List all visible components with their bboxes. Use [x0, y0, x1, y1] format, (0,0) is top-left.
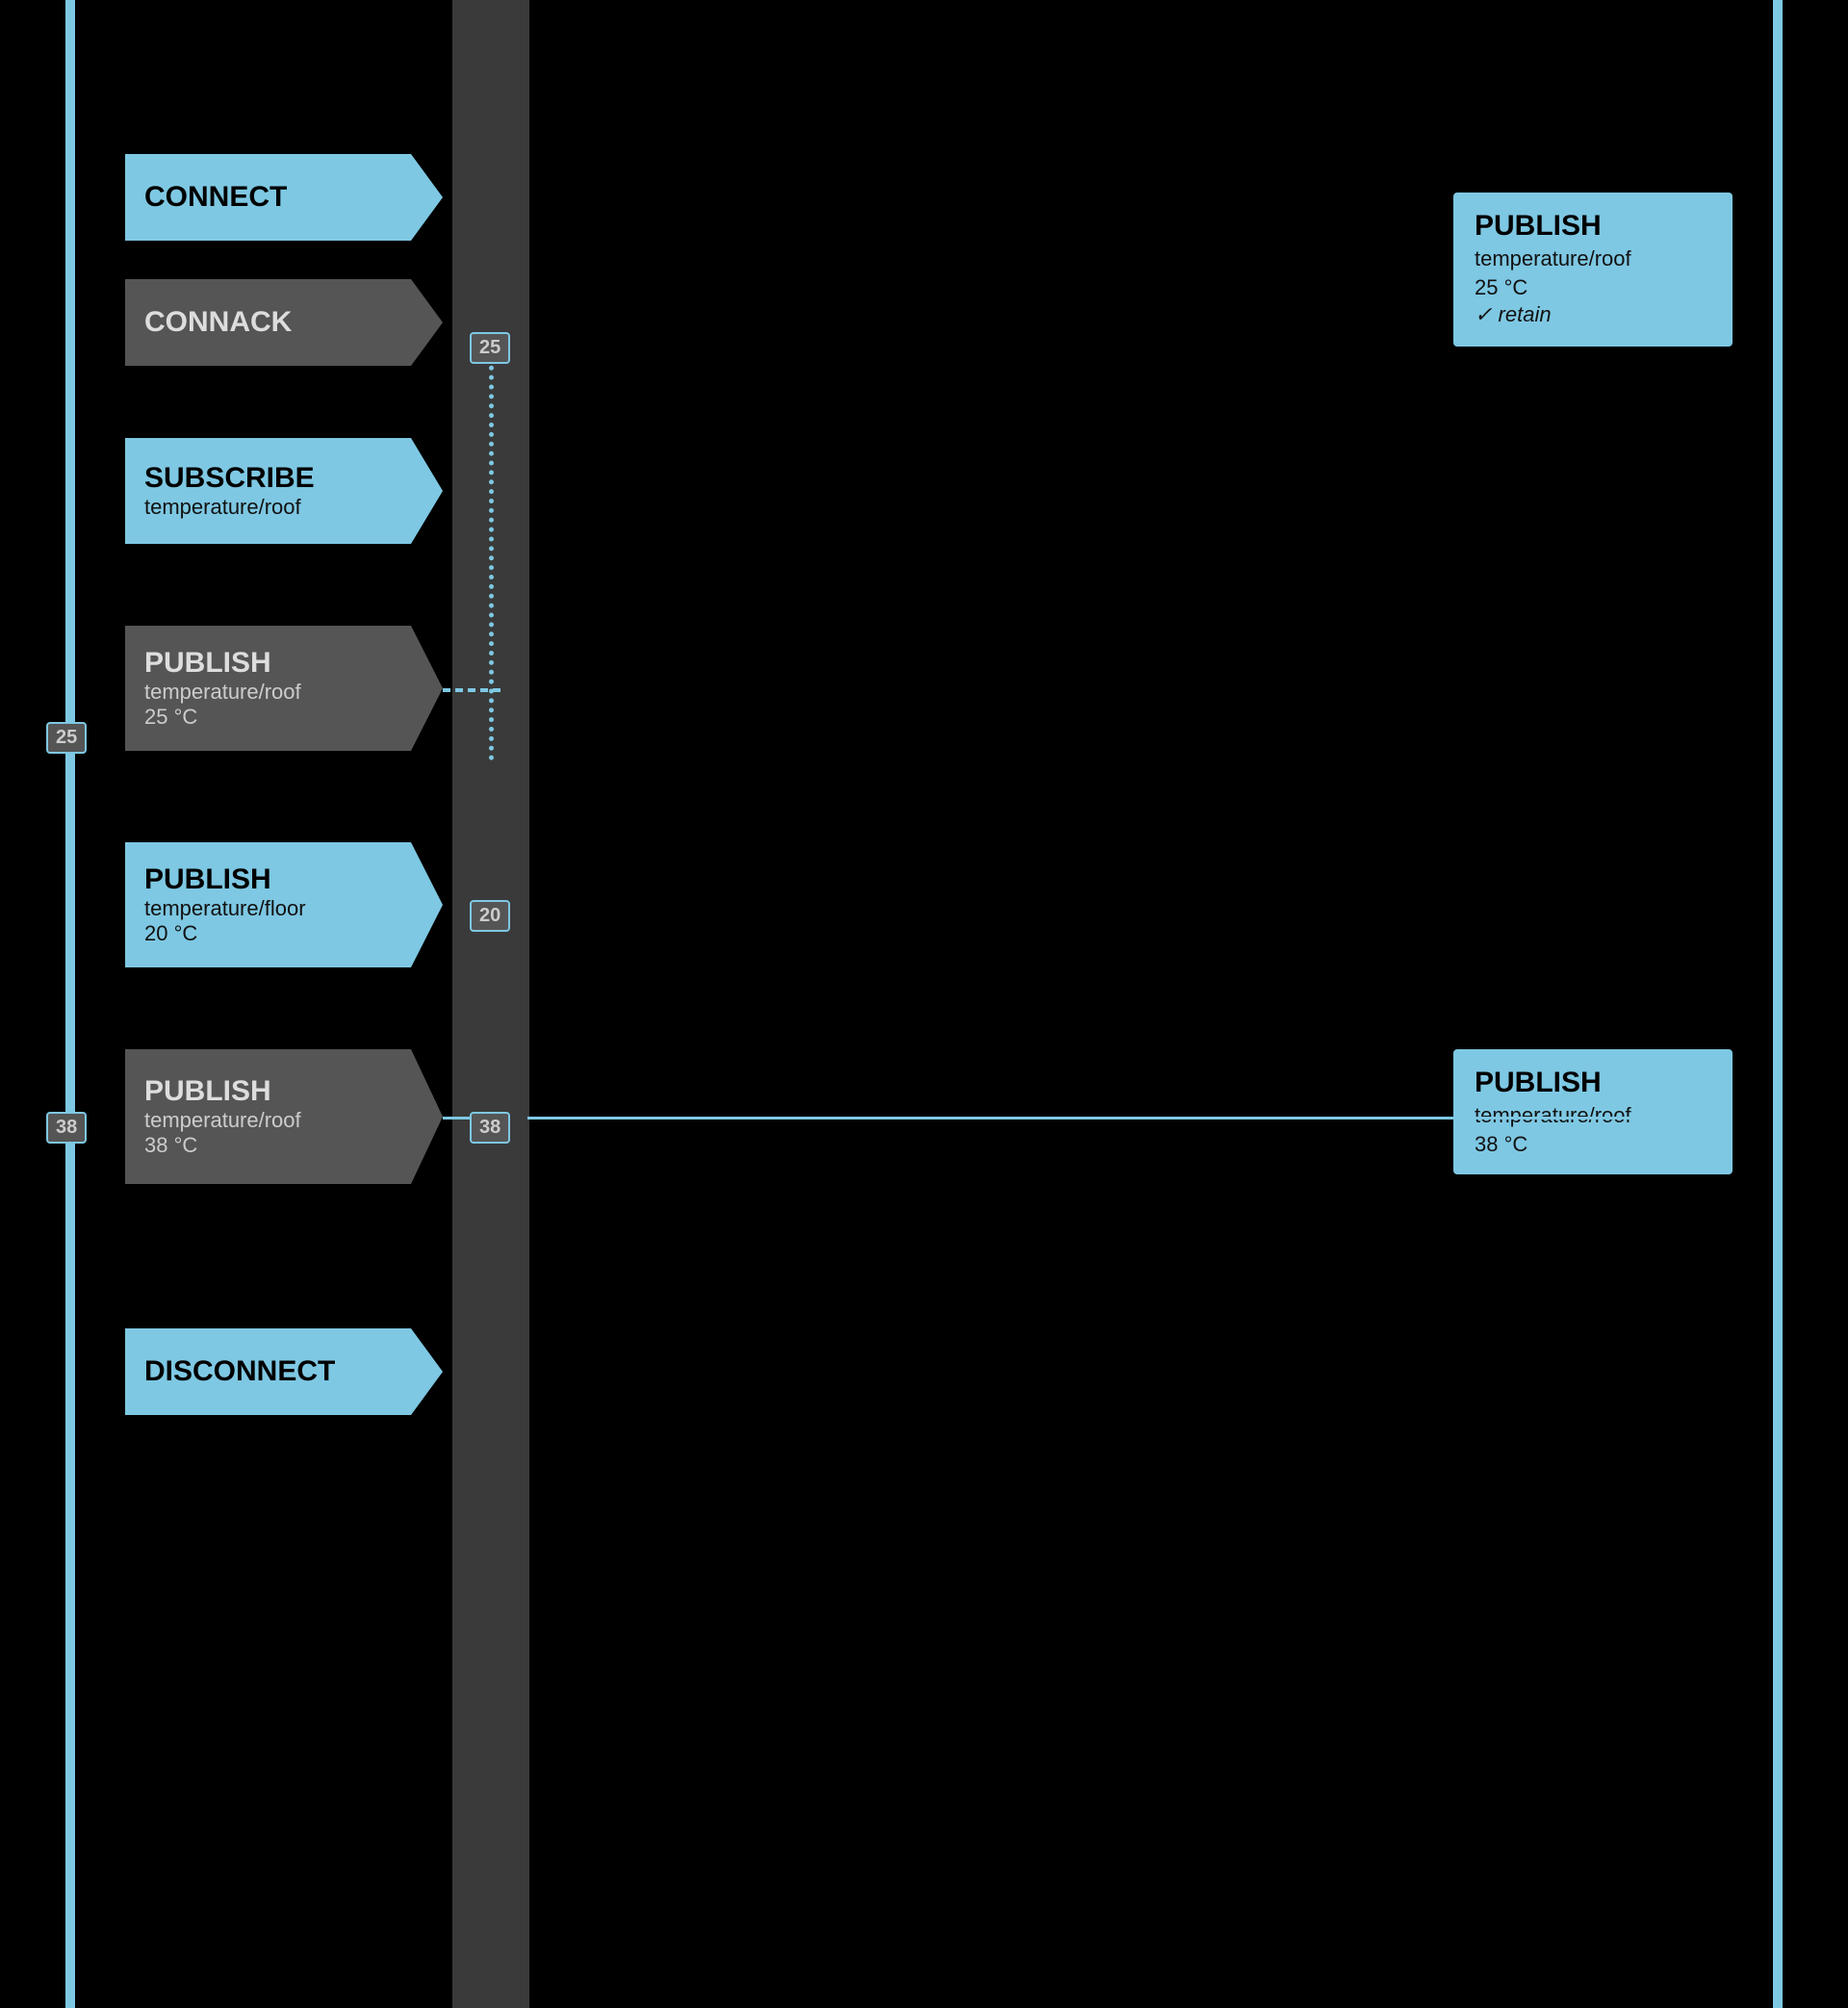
publish-floor-20-topic: temperature/floor: [144, 896, 306, 921]
publish-38-label: PUBLISH: [1475, 1067, 1602, 1098]
right-timeline-line: [1773, 0, 1783, 2008]
publish-roof-25-value: 25 °C: [144, 705, 197, 730]
badge-center-20: 20: [470, 900, 510, 932]
publish-38-box: PUBLISH temperature/roof 38 °C: [1453, 1049, 1732, 1174]
center-broker-bar: [452, 0, 529, 2008]
publish-38-right-connector: [527, 1117, 1668, 1120]
badge-left-38: 38: [46, 1112, 87, 1144]
badge-center-38: 38: [470, 1112, 510, 1144]
publish-25-h-connector: [443, 688, 500, 692]
subscribe-arrow: SUBSCRIBE temperature/roof: [125, 438, 443, 544]
publish-floor-20-value: 20 °C: [144, 921, 197, 946]
connack-arrow: CONNACK: [125, 279, 443, 366]
subscribe-label: SUBSCRIBE: [144, 462, 315, 495]
left-timeline-line: [65, 0, 75, 2008]
publish-38-topic: temperature/roof: [1475, 1103, 1711, 1128]
publish-retain-value: 25 °C: [1475, 275, 1711, 300]
publish-roof-25-arrow: PUBLISH temperature/roof 25 °C: [125, 626, 443, 751]
disconnect-label: DISCONNECT: [144, 1355, 335, 1388]
publish-roof-25-label: PUBLISH: [144, 647, 271, 680]
retained-dotted-line: [489, 347, 494, 760]
publish-38-value: 38 °C: [1475, 1132, 1711, 1157]
publish-retain-flag: ✓ retain: [1475, 302, 1711, 327]
publish-retain-topic: temperature/roof: [1475, 246, 1711, 271]
publish-floor-20-arrow: PUBLISH temperature/floor 20 °C: [125, 842, 443, 967]
publish-roof-38-arrow: PUBLISH temperature/roof 38 °C: [125, 1049, 443, 1184]
retain-top-connector: [527, 356, 1668, 359]
disconnect-arrow: DISCONNECT: [125, 1328, 443, 1415]
connack-label: CONNACK: [144, 306, 292, 339]
badge-center-25-top: 25: [470, 332, 510, 364]
publish-roof-25-topic: temperature/roof: [144, 680, 301, 705]
connect-label: CONNECT: [144, 181, 287, 214]
publish-roof-38-value: 38 °C: [144, 1133, 197, 1158]
publish-retain-box: PUBLISH temperature/roof 25 °C ✓ retain: [1453, 193, 1732, 347]
subscribe-topic: temperature/roof: [144, 495, 301, 520]
badge-left-25: 25: [46, 722, 87, 754]
publish-retain-label: PUBLISH: [1475, 210, 1602, 242]
publish-roof-38-topic: temperature/roof: [144, 1108, 301, 1133]
connect-arrow: CONNECT: [125, 154, 443, 241]
publish-floor-20-label: PUBLISH: [144, 863, 271, 896]
publish-roof-38-label: PUBLISH: [144, 1075, 271, 1108]
